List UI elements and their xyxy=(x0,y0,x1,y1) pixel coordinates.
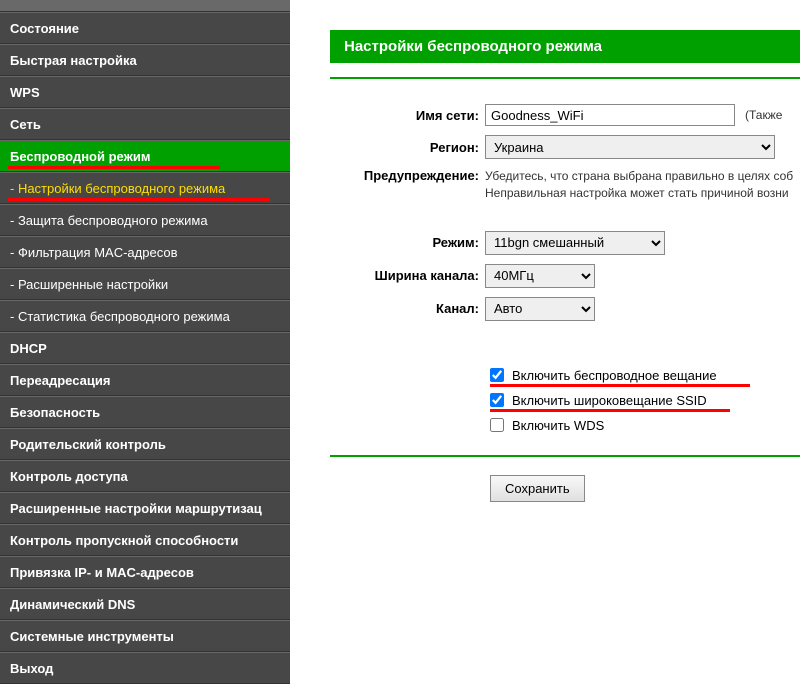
row-region: Регион: Украина xyxy=(330,135,800,159)
save-button[interactable]: Сохранить xyxy=(490,475,585,502)
label-region: Регион: xyxy=(330,140,485,155)
row-mode: Режим: 11bgn смешанный xyxy=(330,231,800,255)
sidebar-item-network[interactable]: Сеть xyxy=(0,108,290,140)
label-warning: Предупреждение: xyxy=(330,168,485,183)
row-channel: Канал: Авто xyxy=(330,297,800,321)
sidebar-item-wps[interactable]: WPS xyxy=(0,76,290,108)
ssid-input[interactable] xyxy=(485,104,735,126)
label-ssid: Имя сети: xyxy=(330,108,485,123)
red-underline xyxy=(490,409,730,412)
sidebar-item-bandwidth[interactable]: Контроль пропускной способности xyxy=(0,524,290,556)
sidebar-item-security[interactable]: Безопасность xyxy=(0,396,290,428)
sidebar-item-logout[interactable]: Выход xyxy=(0,652,290,684)
enable-wireless-checkbox[interactable] xyxy=(490,368,504,382)
red-underline xyxy=(490,384,750,387)
row-enable-ssid: Включить широковещание SSID xyxy=(490,393,800,408)
sidebar-item-dhcp[interactable]: DHCP xyxy=(0,332,290,364)
channel-width-select[interactable]: 40МГц xyxy=(485,264,595,288)
sidebar-item-advanced[interactable]: - Расширенные настройки xyxy=(0,268,290,300)
sidebar-item-parental[interactable]: Родительский контроль xyxy=(0,428,290,460)
main-content: Настройки беспроводного режима Имя сети:… xyxy=(290,0,800,557)
sidebar-item-routing[interactable]: Расширенные настройки маршрутизац xyxy=(0,492,290,524)
sidebar-top-strip xyxy=(0,0,290,12)
enable-wds-checkbox[interactable] xyxy=(490,418,504,432)
label-mode: Режим: xyxy=(330,235,485,250)
warning-text: Убедитесь, что страна выбрана правильно … xyxy=(485,168,793,202)
enable-wireless-label: Включить беспроводное вещание xyxy=(512,368,717,383)
divider-bottom xyxy=(330,455,800,457)
sidebar-item-system-tools[interactable]: Системные инструменты xyxy=(0,620,290,652)
row-enable-wireless: Включить беспроводное вещание xyxy=(490,368,800,383)
page-title: Настройки беспроводного режима xyxy=(330,30,800,63)
label-channel-width: Ширина канала: xyxy=(330,268,485,283)
label-channel: Канал: xyxy=(330,301,485,316)
region-select[interactable]: Украина xyxy=(485,135,775,159)
sidebar-item-ddns[interactable]: Динамический DNS xyxy=(0,588,290,620)
divider xyxy=(330,77,800,79)
enable-ssid-label: Включить широковещание SSID xyxy=(512,393,707,408)
sidebar: Состояние Быстрая настройка WPS Сеть Бес… xyxy=(0,0,290,557)
sidebar-item-quick-setup[interactable]: Быстрая настройка xyxy=(0,44,290,76)
sidebar-item-ip-mac-binding[interactable]: Привязка IP- и MAC-адресов xyxy=(0,556,290,588)
sidebar-item-wireless-settings[interactable]: - Настройки беспроводного режима xyxy=(0,172,290,204)
sidebar-item-wireless-stats[interactable]: - Статистика беспроводного режима xyxy=(0,300,290,332)
sidebar-item-access-control[interactable]: Контроль доступа xyxy=(0,460,290,492)
row-channel-width: Ширина канала: 40МГц xyxy=(330,264,800,288)
sidebar-item-wireless-security[interactable]: - Защита беспроводного режима xyxy=(0,204,290,236)
sidebar-item-forwarding[interactable]: Переадресация xyxy=(0,364,290,396)
channel-select[interactable]: Авто xyxy=(485,297,595,321)
sidebar-item-wireless[interactable]: Беспроводной режим xyxy=(0,140,290,172)
ssid-after-text: (Также xyxy=(745,108,782,122)
row-ssid: Имя сети: (Также xyxy=(330,104,800,126)
row-warning: Предупреждение: Убедитесь, что страна вы… xyxy=(330,168,800,202)
enable-wds-label: Включить WDS xyxy=(512,418,604,433)
sidebar-item-mac-filter[interactable]: - Фильтрация MAC-адресов xyxy=(0,236,290,268)
row-enable-wds: Включить WDS xyxy=(490,418,800,433)
mode-select[interactable]: 11bgn смешанный xyxy=(485,231,665,255)
sidebar-item-status[interactable]: Состояние xyxy=(0,12,290,44)
enable-ssid-checkbox[interactable] xyxy=(490,393,504,407)
